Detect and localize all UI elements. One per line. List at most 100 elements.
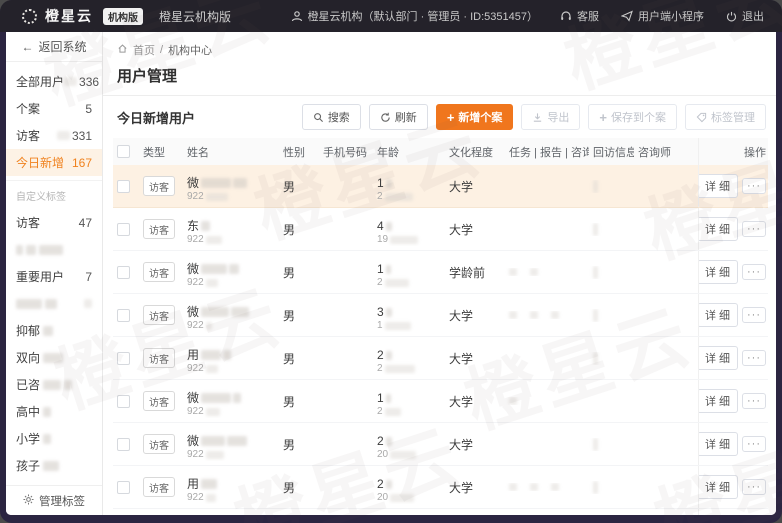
row-checkbox[interactable]	[117, 352, 130, 365]
row-task-report-consult-cell	[505, 483, 589, 491]
redacted-text	[386, 437, 392, 446]
redacted-text	[16, 245, 23, 255]
paper-plane-icon	[621, 10, 633, 22]
row-type-cell: 访客	[139, 176, 183, 196]
search-button[interactable]: 搜索	[302, 104, 361, 130]
table-row: 访客东922男419大学详 细···	[113, 208, 768, 251]
redacted-text	[385, 365, 415, 373]
sidebar-item-redacted[interactable]	[6, 236, 102, 263]
row-checkbox-cell	[113, 223, 139, 236]
tag-manage-button[interactable]: 标签管理	[685, 104, 766, 130]
sidebar-item-text: 双向	[16, 349, 40, 366]
row-actions-cell: 详 细···	[698, 251, 768, 293]
miniprogram-label: 用户端小程序	[638, 8, 704, 24]
detail-button[interactable]: 详 细	[698, 389, 738, 413]
row-checkbox[interactable]	[117, 481, 130, 494]
product-name: 橙星云机构版	[159, 8, 231, 25]
sidebar-item-小学[interactable]: 小学	[6, 425, 102, 452]
sidebar-item-重要用户[interactable]: 重要用户7	[6, 263, 102, 290]
row-checkbox[interactable]	[117, 309, 130, 322]
user-name: 微	[187, 391, 275, 405]
row-checkbox[interactable]	[117, 438, 130, 451]
user-id-prefix: 922	[187, 405, 204, 418]
sidebar-item-抑郁[interactable]: 抑郁	[6, 317, 102, 344]
detail-button[interactable]: 详 细	[698, 303, 738, 327]
row-actions-cell: 详 细···	[698, 466, 768, 508]
user-birth-prefix: 2	[377, 276, 383, 289]
back-label: 返回系统	[38, 38, 86, 55]
back-to-system[interactable]: ← 返回系统	[6, 32, 102, 62]
detail-button[interactable]: 详 细	[698, 346, 738, 370]
power-icon	[726, 11, 737, 22]
column-header: 咨询师	[634, 144, 698, 160]
user-name-prefix: 微	[187, 305, 199, 319]
row-gender-cell: 男	[279, 436, 319, 453]
sidebar-item-已咨[interactable]: 已咨	[6, 371, 102, 398]
sidebar-item-label: 重要用户	[16, 268, 64, 285]
row-checkbox[interactable]	[117, 266, 130, 279]
redacted-text	[386, 222, 392, 231]
redacted-text	[386, 351, 392, 360]
sidebar-item-孩子[interactable]: 孩子	[6, 452, 102, 479]
column-header: 回访信息	[589, 144, 634, 160]
row-age-cell: 419	[373, 212, 445, 246]
redacted-text	[229, 264, 239, 274]
sidebar-item-count-value: 167	[72, 156, 92, 170]
sidebar-item-今日新增[interactable]: 今日新增167	[6, 149, 102, 176]
row-more-button[interactable]: ···	[742, 436, 766, 452]
row-checkbox[interactable]	[117, 180, 130, 193]
sidebar-divider	[6, 180, 102, 181]
row-more-button[interactable]: ···	[742, 350, 766, 366]
sidebar-item-访客[interactable]: 访客47	[6, 209, 102, 236]
row-checkbox[interactable]	[117, 223, 130, 236]
export-button[interactable]: 导出	[521, 104, 580, 130]
support-button[interactable]: 客服	[560, 8, 599, 24]
row-age-cell: 220	[373, 470, 445, 504]
sidebar-item-双向[interactable]: 双向	[6, 344, 102, 371]
sidebar-item-访客[interactable]: 访客331	[6, 122, 102, 149]
sidebar-item-个案[interactable]: 个案5	[6, 95, 102, 122]
account-menu[interactable]: 橙星云机构（默认部门 · 管理员 · ID:5351457）	[291, 8, 538, 24]
sidebar-item-label: 小学	[16, 430, 51, 447]
row-type-cell: 访客	[139, 219, 183, 239]
detail-button[interactable]: 详 细	[698, 217, 738, 241]
sidebar-item-label: 全部用户	[16, 73, 64, 90]
add-case-button[interactable]: + 新增个案	[436, 104, 514, 130]
row-more-button[interactable]: ···	[742, 178, 766, 194]
redacted-text	[385, 408, 401, 416]
detail-button[interactable]: 详 细	[698, 174, 738, 198]
sidebar-item-text: 访客	[16, 127, 40, 144]
redacted-text	[201, 479, 217, 489]
table-row: 访客微922男12大学详 细···	[113, 165, 768, 208]
breadcrumb-home[interactable]: 首页	[133, 42, 155, 58]
sidebar-item-全部用户[interactable]: 全部用户336	[6, 68, 102, 95]
row-more-button[interactable]: ···	[742, 393, 766, 409]
redacted-text	[206, 408, 220, 416]
row-more-button[interactable]: ···	[742, 221, 766, 237]
detail-button[interactable]: 详 细	[698, 260, 738, 284]
manage-tags-button[interactable]: 管理标签	[6, 485, 102, 515]
miniprogram-button[interactable]: 用户端小程序	[621, 8, 704, 24]
row-age-cell: 12	[373, 384, 445, 418]
sidebar-item-高中[interactable]: 高中	[6, 398, 102, 425]
row-more-button[interactable]: ···	[742, 264, 766, 280]
user-birthdate: 19	[377, 233, 441, 246]
detail-button[interactable]: 详 细	[698, 432, 738, 456]
logout-button[interactable]: 退出	[726, 8, 764, 24]
detail-button[interactable]: 详 细	[698, 475, 738, 499]
redacted-text	[386, 480, 392, 489]
row-more-button[interactable]: ···	[742, 307, 766, 323]
user-birthdate: 2	[377, 405, 441, 418]
table-row: 访客用922男220大学详 细···	[113, 466, 768, 509]
sidebar-item-redacted[interactable]	[6, 290, 102, 317]
row-checkbox[interactable]	[117, 395, 130, 408]
redacted-text	[386, 308, 392, 317]
top-bar: 橙星云 机构版 橙星云机构版 橙星云机构（默认部门 · 管理员 · ID:535…	[0, 0, 782, 32]
select-all-checkbox[interactable]	[117, 145, 130, 158]
user-birth-prefix: 2	[377, 190, 383, 203]
row-more-button[interactable]: ···	[742, 479, 766, 495]
save-to-case-button[interactable]: + 保存到个案	[588, 104, 677, 130]
row-actions-cell: 详 细···	[698, 337, 768, 379]
refresh-button[interactable]: 刷新	[369, 104, 428, 130]
row-type-cell: 访客	[139, 348, 183, 368]
